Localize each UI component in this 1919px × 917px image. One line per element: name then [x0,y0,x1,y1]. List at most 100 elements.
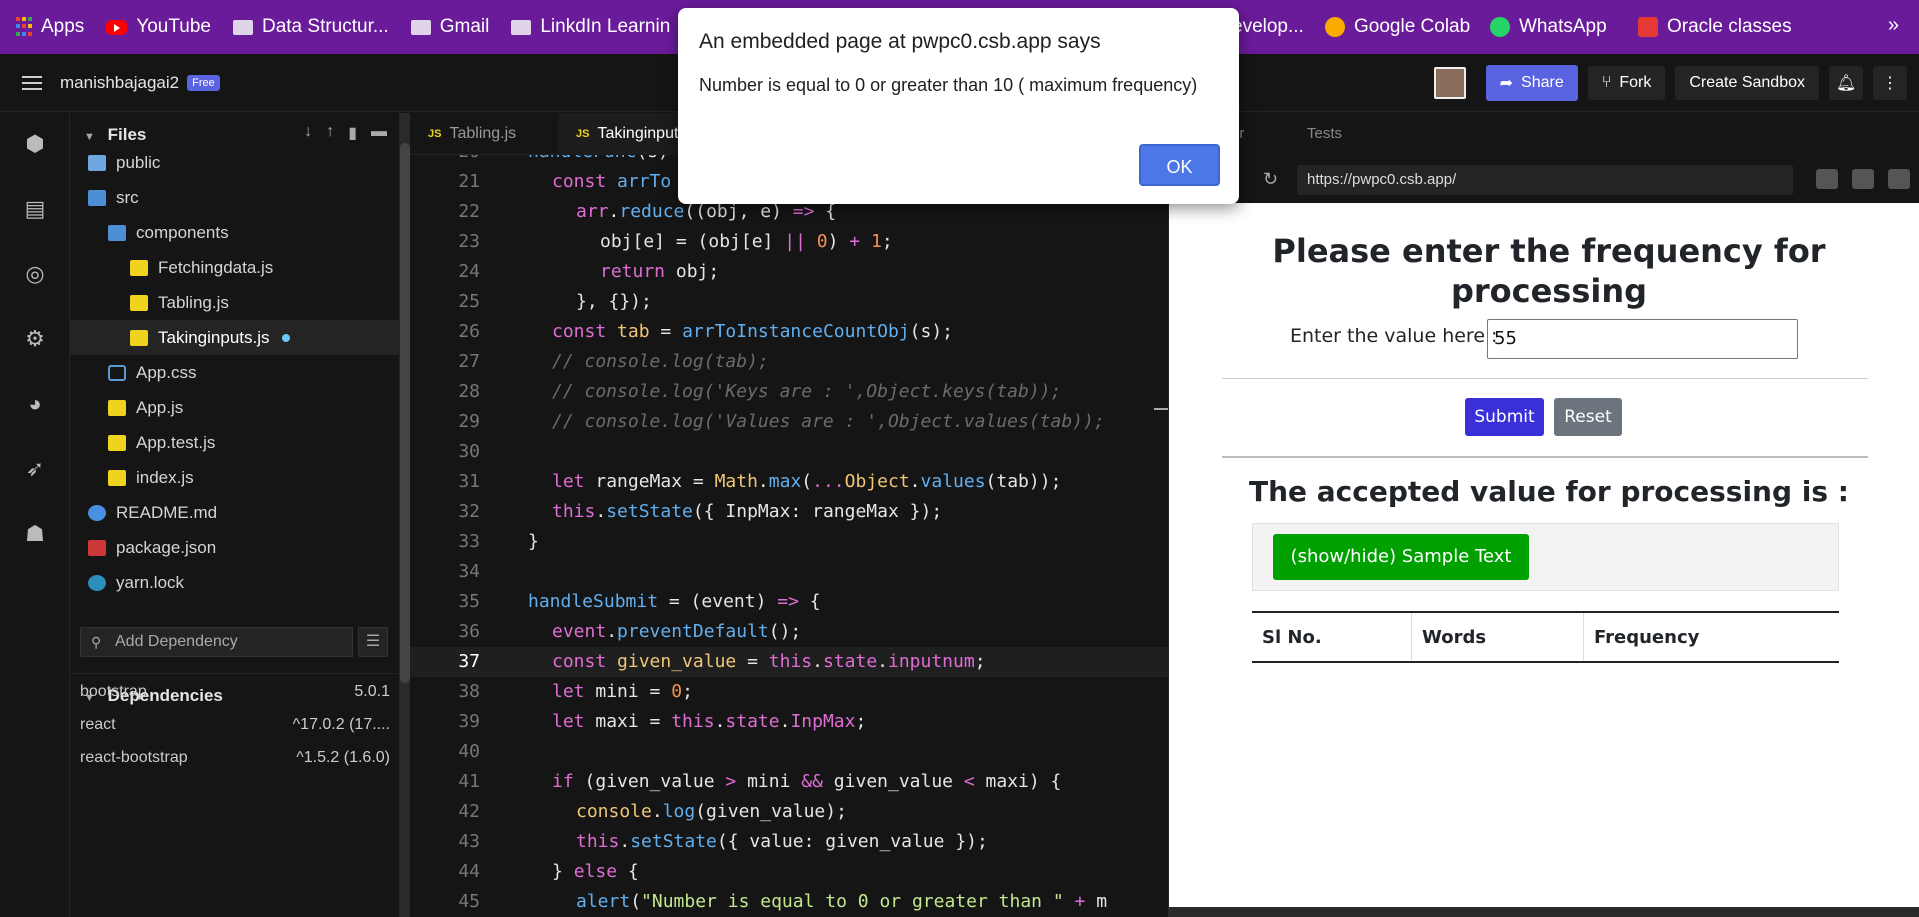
frequency-input[interactable]: 55 [1487,319,1798,359]
tree-item-src[interactable]: src [70,180,400,215]
tree-item-takinginputs[interactable]: Takinginputs.js [70,320,400,355]
dependency-name: react [80,716,116,733]
column-header-frequency: Frequency [1594,627,1700,648]
more-options-button[interactable]: ⋮ [1873,66,1907,100]
tree-item-public[interactable]: public [70,145,400,180]
value-label: Enter the value here : [1290,325,1498,347]
dependency-version: ^17.0.2 (17.... [292,716,390,733]
code-line: 36 event.preventDefault(); [458,621,802,642]
folder-icon [88,154,106,171]
fork-button[interactable]: ⑂ Fork [1587,66,1666,100]
explorer-scrollbar[interactable] [400,113,410,917]
collapse-caret-icon: ▼ [84,131,95,143]
bookmark-whatsapp[interactable]: WhatsApp [1490,16,1607,38]
open-new-window-icon[interactable] [1852,169,1874,189]
toggle-sample-text-button[interactable]: (show/hide) Sample Text [1273,534,1529,580]
tree-item-label: yarn.lock [116,572,185,592]
dialog-message: Number is equal to 0 or greater than 10 … [699,75,1198,95]
scrollbar-thumb[interactable] [400,143,410,683]
code-line: 24 return obj; [458,261,720,282]
live-users-icon[interactable]: ☗ [22,521,48,547]
preview-tools [1816,169,1910,189]
ok-button[interactable]: OK [1139,144,1220,186]
bookmark-gmail[interactable]: Gmail [410,16,489,38]
tree-item-yarn-lock[interactable]: yarn.lock [70,565,400,600]
tree-item-components[interactable]: components [70,215,400,250]
tree-item-app-css[interactable]: App.css [70,355,400,390]
tree-item-label: App.test.js [136,432,216,452]
dependency-row[interactable]: react ^17.0.2 (17.... [80,716,390,740]
files-header[interactable]: ▼ Files [84,125,146,145]
upload-icon[interactable]: ↑ [326,123,334,143]
code-line: 28// console.log('Keys are : ',Object.ke… [458,381,1062,402]
new-folder-icon[interactable]: ▬ [371,123,387,143]
folder-open-icon [108,224,126,241]
bookmark-data-structures[interactable]: Data Structur... [232,16,389,38]
project-info-icon[interactable]: ⬢ [22,131,48,157]
column-header-sl-no: Sl No. [1252,613,1412,661]
github-icon[interactable]: ◕ [22,391,48,417]
settings-gear-icon[interactable]: ⚙ [22,326,48,352]
bookmark-linkedin-learning[interactable]: LinkdIn Learnin [511,16,670,38]
tab-tabling[interactable]: JS Tabling.js [410,113,534,155]
files-icon[interactable]: ▤ [22,196,48,222]
refresh-icon[interactable]: ↻ [1263,169,1278,190]
share-button[interactable]: ➦ Share [1485,65,1578,101]
tab-tests[interactable]: Tests [1307,125,1342,142]
code-area[interactable]: 20handleFunc(s) => { 21const arrTo 22arr… [410,155,1168,917]
tree-item-label: App.js [136,397,184,417]
menu-icon[interactable] [22,75,42,90]
notifications-button[interactable]: 🔔︎ [1829,66,1863,100]
bookmark-google-colab[interactable]: Google Colab [1325,16,1470,38]
dependency-row[interactable]: bootstrap 5.0.1 [80,683,390,707]
tree-item-app-js[interactable]: App.js [70,390,400,425]
new-file-icon[interactable]: ▮ [348,123,357,143]
dependency-version: 5.0.1 [354,683,390,700]
tree-item-app-test[interactable]: App.test.js [70,425,400,460]
tree-item-package-json[interactable]: package.json [70,530,400,565]
avatar[interactable] [1433,67,1466,99]
deploy-rocket-icon[interactable]: ➶ [22,456,48,482]
list-icon: ☰ [365,633,381,650]
js-file-icon [130,259,148,276]
username[interactable]: manishbajagai2 [60,73,179,93]
url-input[interactable]: https://pwpc0.csb.app/ [1297,165,1793,195]
devtools-icon[interactable] [1816,169,1838,189]
folder-icon [410,19,431,35]
search-icon: ⚲ [91,634,102,650]
bookmark-label: Apps [41,16,85,37]
js-file-icon: JS [428,128,442,140]
create-sandbox-button[interactable]: Create Sandbox [1675,66,1819,100]
layout-icon[interactable] [1888,169,1910,189]
sample-text-panel: (show/hide) Sample Text [1252,523,1839,591]
submit-button[interactable]: Submit [1465,398,1544,436]
bookmark-apps[interactable]: Apps [16,16,84,38]
tree-item-label: App.css [136,362,197,382]
bookmarks-overflow-button[interactable]: » [1888,14,1899,37]
frequency-table-header: Sl No. Words Frequency [1252,611,1839,663]
browser-preview: er Tests ↻ https://pwpc0.csb.app/ Please… [1168,113,1919,917]
download-icon[interactable]: ↓ [304,123,312,143]
add-dependency-input[interactable]: ⚲ Add Dependency [80,627,353,657]
dependency-list-button[interactable]: ☰ [358,627,388,657]
tab-label: Tabling.js [449,125,517,142]
reset-button[interactable]: Reset [1554,398,1622,436]
add-dependency-placeholder: Add Dependency [115,633,238,650]
tree-item-readme[interactable]: README.md [70,495,400,530]
preview-url-bar: ↻ https://pwpc0.csb.app/ [1169,161,1919,201]
dependency-row[interactable]: react-bootstrap ^1.5.2 (1.6.0) [80,749,390,773]
tree-item-fetchingdata[interactable]: Fetchingdata.js [70,250,400,285]
accepted-value-heading: The accepted value for processing is : [1249,475,1849,508]
bookmark-youtube[interactable]: YouTube [106,16,211,38]
tree-item-label: Tabling.js [158,292,229,312]
tree-item-index[interactable]: index.js [70,460,400,495]
kebab-menu-icon: ⋮ [1882,75,1898,92]
search-icon[interactable]: ◎ [22,261,48,287]
bookmark-label: evelop... [1232,16,1304,37]
tab-takinginputs[interactable]: JS Takinginput [558,113,697,155]
plan-badge: Free [187,74,220,91]
code-line: 31 let rangeMax = Math.max(...Object.valu… [458,471,1062,492]
bookmark-develop[interactable]: evelop... [1232,16,1304,38]
bookmark-oracle-classes[interactable]: Oracle classes [1638,16,1792,38]
tree-item-tabling[interactable]: Tabling.js [70,285,400,320]
